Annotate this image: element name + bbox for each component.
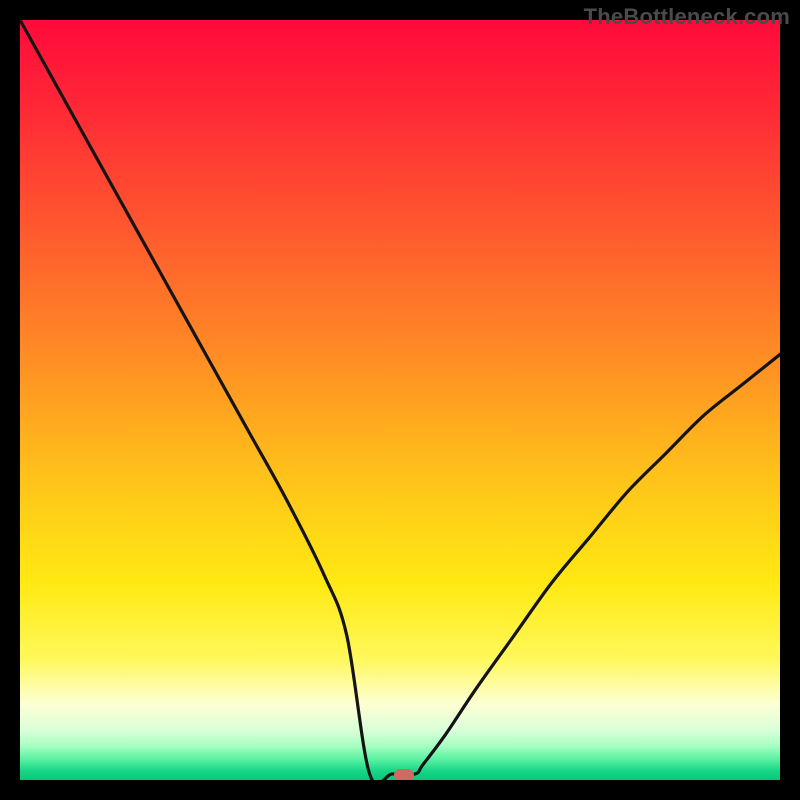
optimal-point-marker	[394, 769, 414, 780]
watermark-text: TheBottleneck.com	[584, 4, 790, 30]
chart-stage: TheBottleneck.com	[0, 0, 800, 800]
plot-area	[20, 20, 780, 780]
bottleneck-curve	[20, 20, 780, 780]
